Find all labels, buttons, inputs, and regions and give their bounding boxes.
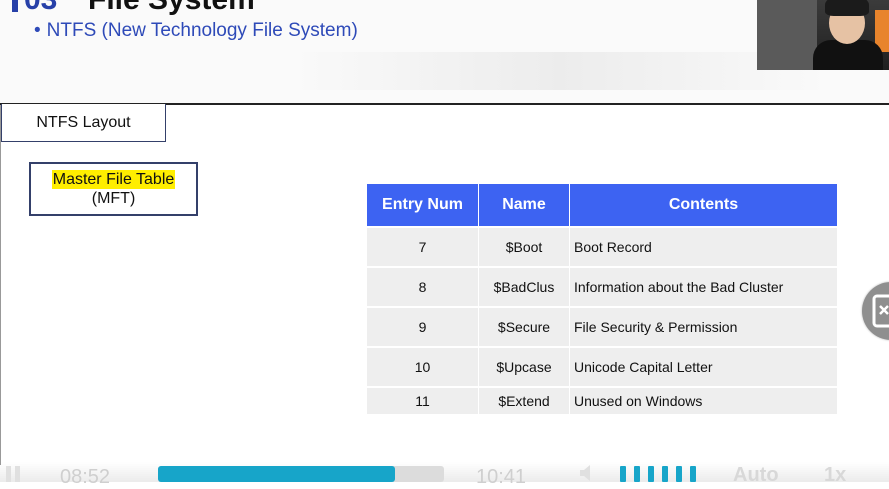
slide-title: File System (88, 0, 255, 17)
cell-name: $Upcase (478, 346, 570, 387)
subtitle-bullet: • (34, 20, 41, 41)
webcam-presenter-hair (825, 0, 869, 16)
subtitle-text: NTFS (New Technology File System) (46, 20, 358, 41)
mft-abbrev: (MFT) (91, 190, 136, 207)
side-panel-icon (872, 294, 889, 328)
header-entry-num: Entry Num (367, 184, 479, 227)
section-number: 03 (24, 0, 57, 17)
title-accent-bar (12, 0, 18, 12)
header-background-shape (290, 52, 830, 90)
table-row: 10 $Upcase Unicode Capital Letter (367, 346, 837, 387)
table-row: 11 $Extend Unused on Windows (367, 386, 837, 414)
ntfs-layout-tab: NTFS Layout (1, 104, 166, 142)
speed-selector[interactable]: 1x (824, 464, 846, 487)
slide-header: 03 File System •NTFS (New Technology Fil… (0, 0, 889, 104)
webcam-overlay (757, 0, 889, 70)
volume-bar (662, 466, 668, 482)
volume-bar (620, 466, 626, 482)
total-time: 10:41 (476, 466, 527, 488)
cell-contents: Unicode Capital Letter (569, 346, 837, 387)
cell-contents: Boot Record (569, 226, 837, 267)
quality-selector[interactable]: Auto (733, 464, 779, 487)
table-row: 8 $BadClus Information about the Bad Clu… (367, 266, 837, 307)
cell-contents: File Security & Permission (569, 306, 837, 347)
side-panel-button[interactable] (862, 282, 889, 340)
cell-entry-num: 7 (367, 226, 479, 267)
pause-icon[interactable] (4, 466, 22, 482)
progress-fill (158, 466, 396, 482)
cell-entry-num: 11 (367, 386, 479, 414)
volume-bar (634, 466, 640, 482)
cell-entry-num: 10 (367, 346, 479, 387)
table-row: 7 $Boot Boot Record (367, 226, 837, 267)
cell-name: $Secure (478, 306, 570, 347)
table-row: 9 $Secure File Security & Permission (367, 306, 837, 347)
cell-entry-num: 9 (367, 306, 479, 347)
cell-name: $BadClus (478, 266, 570, 307)
current-time: 08:52 (60, 466, 111, 488)
slide-subtitle: • NTFS (New Technology File System) (34, 20, 358, 42)
content-left-border (0, 105, 1, 465)
cell-contents: Information about the Bad Cluster (569, 266, 837, 307)
volume-bar (676, 466, 682, 482)
cell-name: $Boot (478, 226, 570, 267)
volume-slider[interactable] (620, 466, 704, 482)
webcam-wall (757, 0, 817, 70)
table-header-row: Entry Num Name Contents (367, 184, 837, 227)
cell-name: $Extend (478, 386, 570, 414)
cell-entry-num: 8 (367, 266, 479, 307)
volume-bar (690, 466, 696, 482)
header-name: Name (478, 184, 570, 227)
webcam-presenter-body (813, 40, 883, 70)
mft-title: Master File Table (51, 170, 176, 189)
cell-contents: Unused on Windows (569, 386, 837, 414)
volume-bar (648, 466, 654, 482)
header-contents: Contents (569, 184, 837, 227)
mft-entries-table: Entry Num Name Contents 7 $Boot Boot Rec… (367, 184, 837, 414)
mft-box: Master File Table (MFT) (29, 162, 198, 216)
progress-slider[interactable] (158, 466, 444, 482)
volume-icon[interactable] (578, 464, 596, 482)
